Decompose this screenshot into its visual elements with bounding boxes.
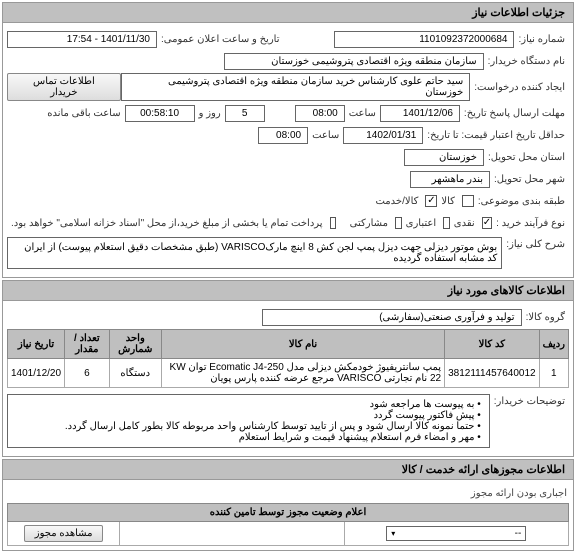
view-license-button[interactable]: مشاهده مجوز bbox=[24, 525, 104, 542]
desc-label: شرح کلی نیاز: bbox=[502, 235, 569, 250]
chevron-down-icon: ▾ bbox=[391, 529, 395, 538]
bt1-label: نقدی bbox=[450, 218, 479, 229]
creator-label: ایجاد کننده درخواست: bbox=[470, 82, 569, 93]
cash-checkbox[interactable] bbox=[482, 217, 492, 229]
goods-body: گروه کالا: تولید و فرآوری صنعتی(سفارشی) … bbox=[3, 301, 573, 456]
bt3-label: مشارکتی bbox=[346, 218, 392, 229]
license-table: اعلام وضعیت مجوز توسط تامین کننده -- ▾ م… bbox=[7, 503, 569, 546]
city-value: بندر ماهشهر bbox=[410, 171, 490, 188]
announce-value: 1401/11/30 - 17:54 bbox=[7, 31, 157, 48]
validity-time: 08:00 bbox=[258, 127, 308, 144]
goods-service-checkbox[interactable] bbox=[425, 195, 437, 207]
col-name: نام کالا bbox=[161, 330, 444, 359]
bullet-item: پیش فاکتور پیوست گردد bbox=[16, 410, 481, 421]
partnership-checkbox[interactable] bbox=[395, 217, 402, 229]
goods-checkbox[interactable] bbox=[462, 195, 474, 207]
col-unit: واحد شمارش bbox=[109, 330, 161, 359]
need-info-body: شماره نیاز: 1101092372000684 تاریخ و ساع… bbox=[3, 23, 573, 277]
lic-status-header: اعلام وضعیت مجوز توسط تامین کننده bbox=[8, 504, 569, 522]
credit-checkbox[interactable] bbox=[443, 217, 450, 229]
col-date: تاریخ نیاز bbox=[8, 330, 65, 359]
cell-unit: دستگاه bbox=[109, 359, 161, 388]
supply-method-label: طبقه بندی موضوعی: bbox=[474, 196, 569, 207]
time-label-2: ساعت bbox=[308, 130, 343, 141]
buyer-notes-box: به پیوست ها مراجعه شود پیش فاکتور پیوست … bbox=[7, 394, 490, 448]
deadline-label: مهلت ارسال پاسخ تاریخ: bbox=[460, 108, 569, 119]
days-remaining: 5 bbox=[225, 105, 265, 122]
table-row: 1 3812111457640012 پمپ سانتریفیوژ خودمکش… bbox=[8, 359, 569, 388]
cell-date: 1401/12/20 bbox=[8, 359, 65, 388]
select-value: -- bbox=[515, 528, 522, 539]
license-row: -- ▾ مشاهده مجوز bbox=[8, 522, 569, 546]
bullet-item: به پیوست ها مراجعه شود bbox=[16, 399, 481, 410]
province-label: استان محل تحویل: bbox=[484, 152, 569, 163]
license-status-select[interactable]: -- ▾ bbox=[386, 526, 526, 541]
bullet-item: مهر و امضاء فرم استعلام پیشنهاد قیمت و ش… bbox=[16, 432, 481, 443]
time-label-1: ساعت bbox=[345, 108, 380, 119]
contact-buyer-button[interactable]: اطلاعات تماس خریدار bbox=[7, 73, 121, 101]
creator-value: سید حاتم علوی کارشناس خرید سازمان منطقه … bbox=[121, 73, 471, 101]
group-value: تولید و فرآوری صنعتی(سفارشی) bbox=[262, 309, 522, 326]
cb2-label: کالا/خدمت bbox=[371, 196, 422, 207]
buyer-label: نام دستگاه خریدار: bbox=[484, 56, 569, 67]
mandatory-label: اجباری بودن ارائه مجوز bbox=[7, 484, 569, 503]
licenses-header: اطلاعات مجوزهای ارائه خدمت / کالا bbox=[3, 460, 573, 480]
bt2-label: اعتباری bbox=[402, 218, 440, 229]
col-row: ردیف bbox=[539, 330, 568, 359]
cell-code: 3812111457640012 bbox=[445, 359, 540, 388]
need-no-label: شماره نیاز: bbox=[514, 34, 569, 45]
buyer-value: سازمان منطقه ویژه اقتصادی پتروشیمی خوزست… bbox=[224, 53, 484, 70]
treasury-note-text: پرداخت تمام یا بخشی از مبلغ خرید،از محل … bbox=[7, 218, 327, 229]
cb1-label: کالا bbox=[437, 196, 459, 207]
cell-qty: 6 bbox=[65, 359, 110, 388]
cell-name: پمپ سانتریفیوژ خودمکش دیزلی مدل Ecomatic… bbox=[161, 359, 444, 388]
bullet-item: حتما نمونه کالا ارسال شود و پس از تایید … bbox=[16, 421, 481, 432]
buyer-notes-label: توضیحات خریدار: bbox=[490, 392, 569, 407]
deadline-date: 1401/12/06 bbox=[380, 105, 460, 122]
licenses-body: اجباری بودن ارائه مجوز اعلام وضعیت مجوز … bbox=[3, 480, 573, 550]
cell-row: 1 bbox=[539, 359, 568, 388]
col-qty: تعداد / مقدار bbox=[65, 330, 110, 359]
city-label: شهر محل تحویل: bbox=[490, 174, 569, 185]
days-label: روز و bbox=[195, 108, 225, 119]
group-label: گروه کالا: bbox=[522, 312, 569, 323]
treasury-note-checkbox[interactable] bbox=[330, 217, 337, 229]
table-header-row: ردیف کد کالا نام کالا واحد شمارش تعداد /… bbox=[8, 330, 569, 359]
licenses-panel: اطلاعات مجوزهای ارائه خدمت / کالا اجباری… bbox=[2, 459, 574, 551]
need-info-panel: جزئیات اطلاعات نیاز شماره نیاز: 11010923… bbox=[2, 2, 574, 278]
validity-date: 1402/01/31 bbox=[343, 127, 423, 144]
need-no-value: 1101092372000684 bbox=[334, 31, 514, 48]
announce-label: تاریخ و ساعت اعلان عمومی: bbox=[157, 34, 284, 45]
need-description: بوش موتور دیزلی جهت دیزل پمپ لجن کش 8 ای… bbox=[7, 237, 502, 269]
goods-panel: اطلاعات کالاهای مورد نیاز گروه کالا: تول… bbox=[2, 280, 574, 457]
goods-table: ردیف کد کالا نام کالا واحد شمارش تعداد /… bbox=[7, 329, 569, 388]
goods-header: اطلاعات کالاهای مورد نیاز bbox=[3, 281, 573, 301]
buy-type-label: نوع فرآیند خرید : bbox=[492, 218, 569, 229]
col-code: کد کالا bbox=[445, 330, 540, 359]
time-remaining: 00:58:10 bbox=[125, 105, 195, 122]
deadline-time: 08:00 bbox=[295, 105, 345, 122]
remain-label: ساعت باقی مانده bbox=[43, 108, 124, 119]
validity-label: حداقل تاریخ اعتبار قیمت: تا تاریخ: bbox=[423, 130, 569, 141]
province-value: خوزستان bbox=[404, 149, 484, 166]
need-info-header: جزئیات اطلاعات نیاز bbox=[3, 3, 573, 23]
